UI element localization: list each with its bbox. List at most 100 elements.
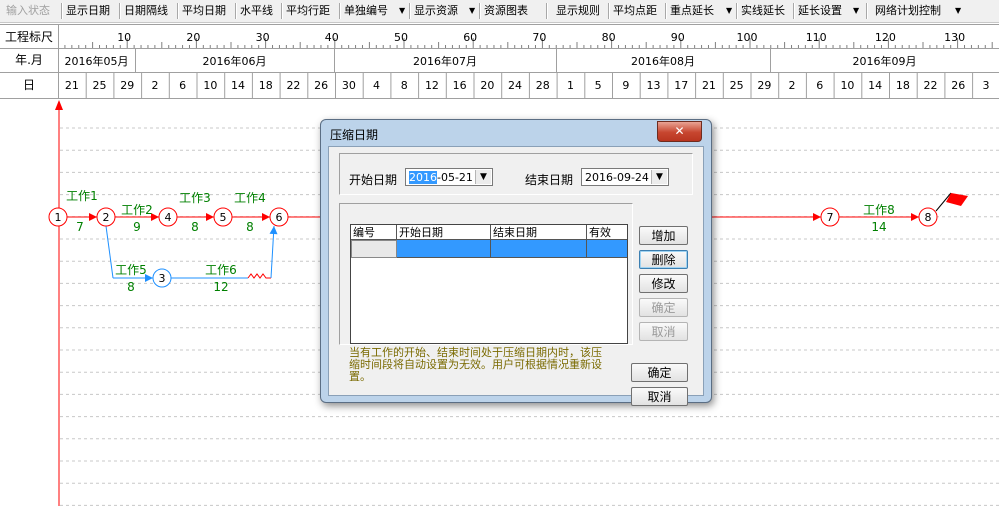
day-label: 8: [401, 79, 408, 92]
ruler-tick-label: 110: [806, 31, 827, 44]
column-header-start-date[interactable]: 开始日期: [397, 225, 491, 240]
dialog-body: 开始日期 2016-05-21 ▼ 结束日期 2016-09-24 ▼ 编号 开…: [328, 146, 704, 406]
compress-date-grid[interactable]: 编号 开始日期 结束日期 有效: [350, 224, 628, 344]
day-label: 5: [595, 79, 602, 92]
day-label: 29: [120, 79, 134, 92]
day-label: 6: [179, 79, 186, 92]
day-label: 2: [151, 79, 158, 92]
day-label: 3: [982, 79, 989, 92]
chevron-down-icon[interactable]: ▼: [651, 170, 667, 184]
activity-duration: 8: [246, 220, 254, 234]
month-label: 2016年05月: [65, 54, 129, 68]
day-label: 20: [480, 79, 494, 92]
month-label: 2016年06月: [203, 54, 267, 68]
day-label: 29: [757, 79, 771, 92]
close-icon[interactable]: ✕: [657, 121, 702, 142]
ruler-tick-label: 120: [875, 31, 896, 44]
activity-duration: 8: [127, 280, 135, 294]
day-label: 4: [373, 79, 380, 92]
cancel-button[interactable]: 取消: [631, 387, 688, 406]
event-node-label: 4: [165, 211, 172, 224]
ruler-tick-label: 130: [944, 31, 965, 44]
column-header-end-date[interactable]: 结束日期: [491, 225, 587, 240]
event-node-label: 1: [55, 211, 62, 224]
table-row-header-cell[interactable]: [351, 240, 397, 258]
month-label: 2016年08月: [631, 54, 695, 68]
day-label: 16: [453, 79, 467, 92]
day-label: 28: [536, 79, 550, 92]
day-label: 14: [868, 79, 882, 92]
day-label: 25: [730, 79, 744, 92]
activity-name: 工作4: [234, 191, 266, 205]
chevron-down-icon[interactable]: ▼: [475, 170, 491, 184]
column-header-valid[interactable]: 有效: [587, 225, 627, 240]
day-label: 30: [342, 79, 356, 92]
start-date-rest-text: -05-21: [437, 171, 473, 184]
activity-name: 工作5: [115, 263, 147, 277]
activity-arrow-8-head-icon: [911, 213, 919, 221]
day-label: 22: [286, 79, 300, 92]
day-label: 14: [231, 79, 245, 92]
column-header-number[interactable]: 编号: [351, 225, 397, 240]
day-label: 12: [425, 79, 439, 92]
day-label: 10: [840, 79, 854, 92]
day-label: 10: [203, 79, 217, 92]
day-label: 2: [789, 79, 796, 92]
activity-arrow-6-head-icon: [269, 226, 278, 235]
ruler-tick-label: 20: [186, 31, 200, 44]
ruler-tick-label: 90: [671, 31, 685, 44]
dialog-title: 压缩日期: [330, 128, 379, 142]
add-button[interactable]: 增加: [639, 226, 688, 245]
day-label: 24: [508, 79, 522, 92]
activity-duration: 14: [871, 220, 886, 234]
day-label: 22: [924, 79, 938, 92]
month-label: 2016年07月: [413, 54, 477, 68]
ruler-tick-label: 100: [737, 31, 758, 44]
activity-name: 工作1: [66, 189, 98, 203]
activity-name: 工作8: [863, 203, 895, 217]
current-date-arrow-icon: [55, 100, 63, 110]
activity-duration: 9: [133, 220, 141, 234]
start-date-combo[interactable]: 2016-05-21 ▼: [405, 168, 493, 186]
modify-button[interactable]: 修改: [639, 274, 688, 293]
ruler-tick-label: 80: [602, 31, 616, 44]
day-label: 21: [702, 79, 716, 92]
table-cell-valid[interactable]: [587, 240, 627, 258]
event-node-label: 2: [103, 211, 110, 224]
activity-arrow-3-head-icon: [206, 213, 214, 221]
timescale-row-label: 日: [23, 78, 35, 92]
day-label: 6: [816, 79, 823, 92]
day-label: 1: [567, 79, 574, 92]
day-label: 9: [622, 79, 629, 92]
start-date-selected-text: 2016: [409, 171, 437, 184]
event-node-label: 5: [220, 211, 227, 224]
activity-arrow-4-head-icon: [262, 213, 270, 221]
day-label: 18: [896, 79, 910, 92]
activity-name: 工作3: [179, 191, 211, 205]
delete-button[interactable]: 删除: [639, 250, 688, 269]
cancel-entry-button[interactable]: 取消: [639, 322, 688, 341]
activity-arrow-5-line: [105, 225, 114, 279]
free-float-wave: [247, 273, 271, 279]
activity-name: 工作6: [205, 263, 237, 277]
ok-button[interactable]: 确定: [631, 363, 688, 382]
table-cell-start-date[interactable]: [397, 240, 491, 258]
table-cell-end-date[interactable]: [491, 240, 587, 258]
ruler-tick-label: 10: [117, 31, 131, 44]
start-date-label: 开始日期: [349, 173, 398, 187]
ruler-tick-label: 50: [394, 31, 408, 44]
end-date-combo[interactable]: 2016-09-24 ▼: [581, 168, 669, 186]
day-label: 26: [951, 79, 965, 92]
end-date-value: 2016-09-24: [585, 171, 649, 184]
confirm-entry-button[interactable]: 确定: [639, 298, 688, 317]
end-date-label: 结束日期: [525, 173, 574, 187]
event-node-label: 3: [159, 272, 166, 285]
activity-arrow-7-head-icon: [813, 213, 821, 221]
timescale-row-label: 工程标尺: [5, 29, 53, 44]
event-node-label: 8: [925, 211, 932, 224]
day-label: 25: [93, 79, 107, 92]
event-node-label: 6: [276, 211, 283, 224]
ruler-tick-label: 40: [325, 31, 339, 44]
activity-arrow-1-head-icon: [89, 213, 97, 221]
day-label: 21: [65, 79, 79, 92]
